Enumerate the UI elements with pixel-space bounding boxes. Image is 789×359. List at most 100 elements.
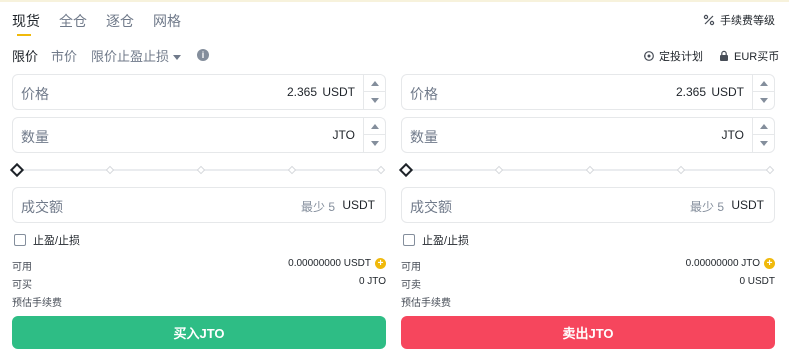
recurring-plan-link[interactable]: 定投计划 — [643, 48, 703, 64]
buy-available-row: 可用 0.00000000 USDT + — [12, 258, 386, 273]
buy-max-row: 可买 0 JTO — [12, 276, 386, 291]
buy-price-value: 2.365 — [286, 85, 317, 99]
sell-tpsl-checkbox[interactable] — [403, 234, 415, 246]
slider-tick-75[interactable] — [676, 165, 686, 175]
buy-tpsl-row: 止盈/止损 — [14, 232, 80, 248]
caret-up-icon — [759, 123, 768, 129]
recurring-icon — [644, 51, 654, 61]
caret-up-icon — [370, 123, 379, 129]
fee-level-link[interactable]: 手续费等级 — [703, 12, 775, 28]
buy-fee-row: 预估手续费 — [12, 294, 386, 309]
sell-tpsl-row: 止盈/止损 — [403, 232, 469, 248]
buy-tpsl-label: 止盈/止损 — [33, 235, 81, 247]
eur-buy-link[interactable]: EUR买币 — [718, 48, 779, 64]
tab-isolated-margin[interactable]: 逐仓 — [106, 11, 134, 31]
buy-max-label: 可买 — [12, 280, 32, 291]
slider-tick-100[interactable] — [376, 165, 386, 175]
fee-level-label: 手续费等级 — [720, 15, 775, 27]
percent-icon — [703, 14, 715, 26]
sell-available-value-wrap: 0.00000000 JTO + — [686, 258, 775, 269]
decrement-button[interactable] — [364, 92, 385, 109]
buy-total-placeholder: 最少 5 — [300, 200, 335, 214]
buy-price-stepper — [363, 75, 385, 109]
tab-cross-margin[interactable]: 全仓 — [59, 11, 87, 31]
order-type-stop-limit[interactable]: 限价止盈止损 — [91, 46, 182, 65]
buy-total-label: 成交额 — [21, 199, 63, 215]
add-funds-icon[interactable]: + — [764, 258, 775, 269]
slider-handle[interactable] — [398, 162, 414, 178]
buy-amount-slider[interactable] — [9, 162, 386, 178]
buy-amount-stepper — [363, 118, 385, 152]
slider-tick-50[interactable] — [585, 165, 595, 175]
buy-total-unit: USDT — [342, 198, 375, 212]
caret-up-icon — [759, 80, 768, 86]
sell-price-stepper — [752, 75, 774, 109]
slider-tick-100[interactable] — [765, 165, 775, 175]
eur-buy-label: EUR买币 — [734, 51, 780, 63]
sell-available-row: 可用 0.00000000 JTO + — [401, 258, 775, 273]
caret-down-icon — [370, 141, 379, 146]
buy-amount-field[interactable]: 数量 JTO — [12, 117, 386, 153]
info-icon[interactable]: i — [197, 49, 209, 61]
decrement-button[interactable] — [364, 135, 385, 152]
caret-up-icon — [370, 80, 379, 86]
tab-spot[interactable]: 现货 — [12, 11, 40, 31]
lock-icon — [720, 50, 728, 61]
slider-tick-50[interactable] — [196, 165, 206, 175]
decrement-button[interactable] — [753, 92, 774, 109]
slider-tick-25[interactable] — [494, 165, 504, 175]
order-type-tabs: 限价 市价 限价止盈止损 i 定投计划 EUR买币 — [0, 44, 789, 66]
buy-tpsl-checkbox[interactable] — [14, 234, 26, 246]
caret-down-icon — [370, 98, 379, 103]
order-type-limit[interactable]: 限价 — [12, 46, 38, 65]
sell-total-placeholder: 最少 5 — [689, 200, 724, 214]
sell-max-value: 0 USDT — [739, 276, 775, 287]
sell-price-label: 价格 — [410, 86, 438, 102]
buy-amount-unit: JTO — [332, 128, 355, 142]
sell-max-row: 可卖 0 USDT — [401, 276, 775, 291]
buy-panel: 价格 2.365 USDT 数量 JTO 成交额 最少 5 USDT 止盈/止损… — [9, 74, 386, 354]
chevron-down-icon — [173, 55, 182, 61]
buy-price-field[interactable]: 价格 2.365 USDT — [12, 74, 386, 110]
increment-button[interactable] — [364, 118, 385, 135]
increment-button[interactable] — [753, 118, 774, 135]
add-funds-icon[interactable]: + — [375, 258, 386, 269]
sell-amount-field[interactable]: 数量 JTO — [401, 117, 775, 153]
sell-amount-unit: JTO — [721, 128, 744, 142]
buy-available-value: 0.00000000 USDT — [288, 258, 371, 269]
sell-fee-label: 预估手续费 — [401, 298, 451, 309]
sell-panel: 价格 2.365 USDT 数量 JTO 成交额 最少 5 USDT 止盈/止损… — [398, 74, 775, 354]
sell-available-value: 0.00000000 JTO — [685, 258, 760, 269]
increment-button[interactable] — [364, 75, 385, 92]
buy-amount-label: 数量 — [21, 129, 49, 145]
sell-amount-slider[interactable] — [398, 162, 775, 178]
stop-limit-label: 限价止盈止损 — [91, 49, 170, 64]
buy-price-unit: USDT — [322, 85, 355, 99]
sell-max-label: 可卖 — [401, 280, 421, 291]
sell-price-field[interactable]: 价格 2.365 USDT — [401, 74, 775, 110]
sell-amount-label: 数量 — [410, 129, 438, 145]
sell-total-field[interactable]: 成交额 最少 5 USDT — [401, 187, 775, 223]
buy-total-field[interactable]: 成交额 最少 5 USDT — [12, 187, 386, 223]
buy-available-label: 可用 — [12, 262, 32, 273]
trade-mode-tabs: 现货 全仓 逐仓 网格 手续费等级 — [0, 2, 789, 40]
slider-tick-75[interactable] — [287, 165, 297, 175]
buy-button[interactable]: 买入JTO — [12, 316, 386, 349]
decrement-button[interactable] — [753, 135, 774, 152]
sell-total-label: 成交额 — [410, 199, 452, 215]
sell-tpsl-label: 止盈/止损 — [422, 235, 470, 247]
order-type-market[interactable]: 市价 — [51, 46, 77, 65]
buy-max-value: 0 JTO — [358, 276, 386, 287]
slider-handle[interactable] — [9, 162, 25, 178]
buy-fee-label: 预估手续费 — [12, 298, 62, 309]
slider-tick-25[interactable] — [105, 165, 115, 175]
increment-button[interactable] — [753, 75, 774, 92]
sell-fee-row: 预估手续费 — [401, 294, 775, 309]
sell-amount-stepper — [752, 118, 774, 152]
tab-grid[interactable]: 网格 — [153, 11, 181, 31]
caret-down-icon — [759, 98, 768, 103]
active-tab-indicator — [17, 34, 31, 36]
recurring-plan-label: 定投计划 — [659, 51, 703, 63]
sell-button[interactable]: 卖出JTO — [401, 316, 775, 349]
caret-down-icon — [759, 141, 768, 146]
